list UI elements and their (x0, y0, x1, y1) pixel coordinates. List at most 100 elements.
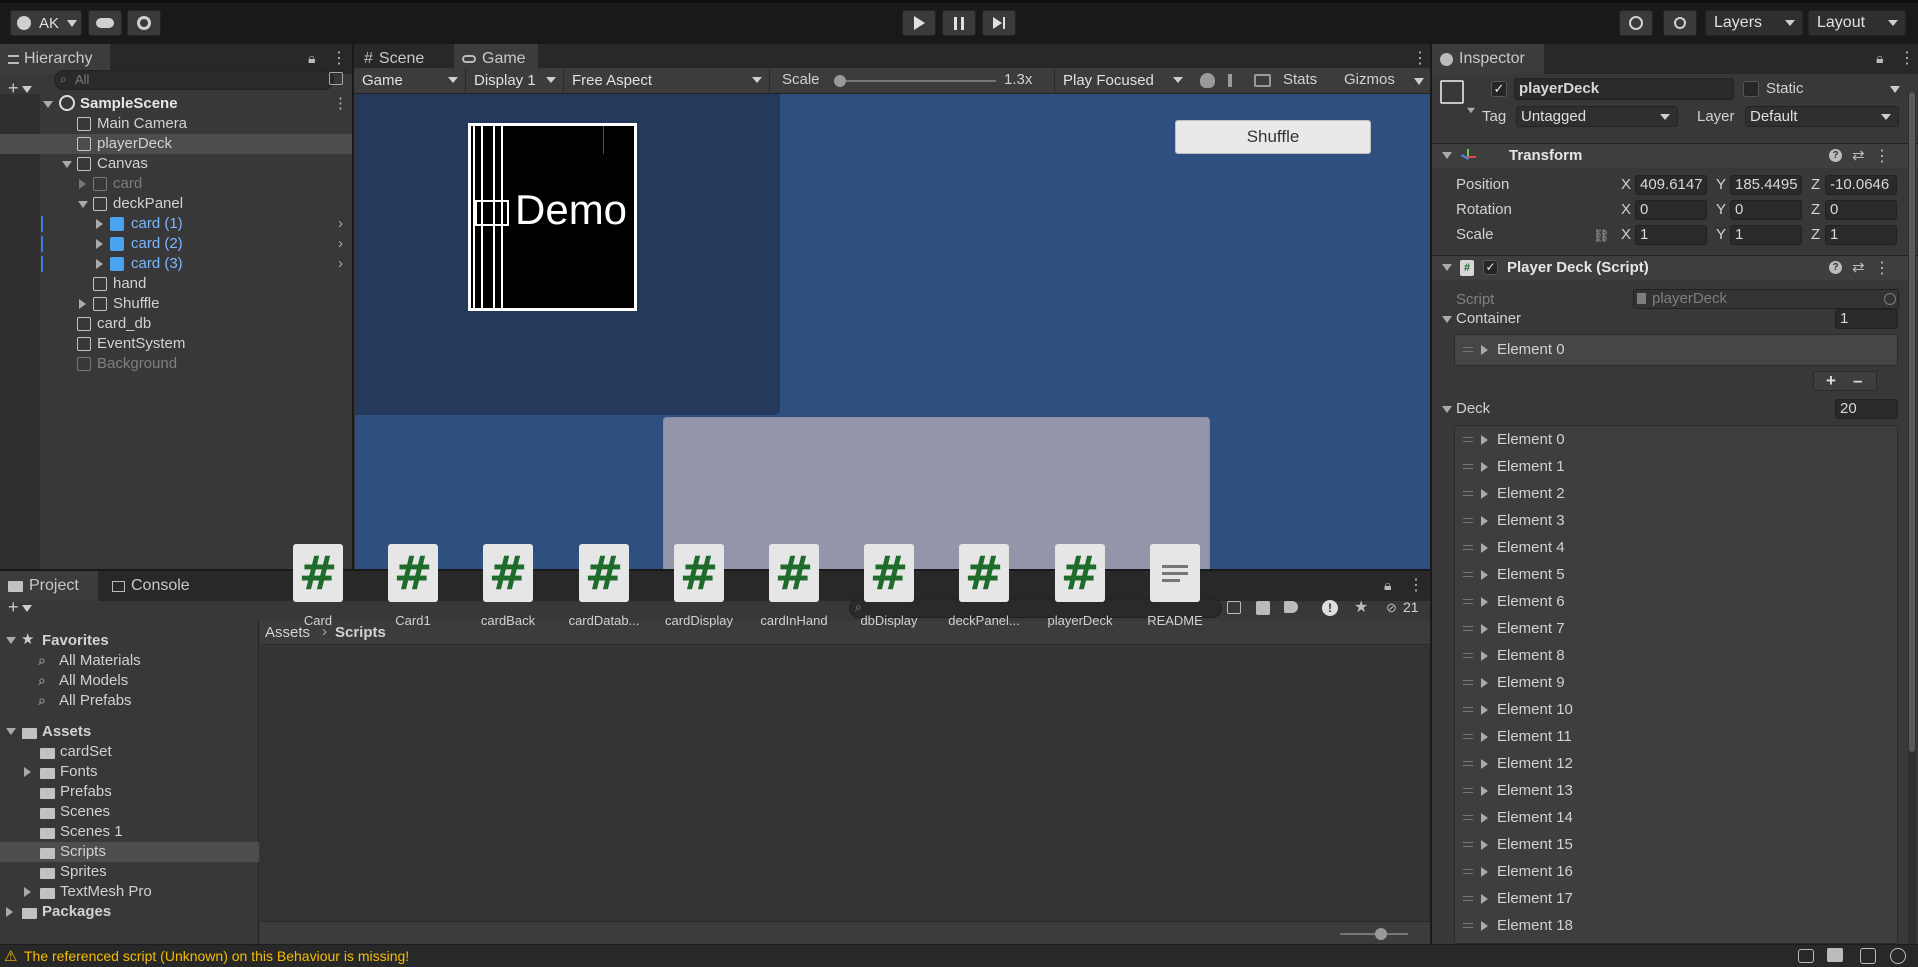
network-icon[interactable] (1860, 948, 1876, 964)
pause-button[interactable] (942, 10, 976, 36)
container-element-0[interactable]: Element 0 (1455, 339, 1895, 361)
add-element-button[interactable]: + (1826, 371, 1836, 391)
deck-element-18[interactable]: Element 18 (1455, 914, 1895, 938)
hierarchy-item-card-1[interactable]: card (1) › (0, 214, 352, 234)
hidden-packages-icon[interactable]: ⊘ (1386, 600, 1397, 616)
favorite-all-materials[interactable]: ⌕ All Materials (0, 651, 259, 671)
deck-element-14[interactable]: Element 14 (1455, 806, 1895, 830)
object-name-input[interactable]: playerDeck (1514, 78, 1734, 100)
deck-element-4[interactable]: Element 4 (1455, 536, 1895, 560)
folder-sprites[interactable]: Sprites (0, 862, 259, 882)
drag-handle-icon[interactable] (1463, 518, 1473, 523)
deck-element-11[interactable]: Element 11 (1455, 725, 1895, 749)
chevron-right-icon[interactable]: › (338, 215, 343, 232)
favorite-all-models[interactable]: ⌕ All Models (0, 671, 259, 691)
drag-handle-icon[interactable] (1463, 815, 1473, 820)
drag-handle-icon[interactable] (1463, 599, 1473, 604)
hierarchy-item-deckpanel[interactable]: deckPanel (0, 194, 352, 214)
drag-handle-icon[interactable] (1463, 545, 1473, 550)
deck-element-16[interactable]: Element 16 (1455, 860, 1895, 884)
drag-handle-icon[interactable] (1463, 734, 1473, 739)
drag-handle-icon[interactable] (1463, 707, 1473, 712)
drag-handle-icon[interactable] (1463, 761, 1473, 766)
collab-button[interactable] (127, 10, 161, 36)
drag-handle-icon[interactable] (1463, 680, 1473, 685)
assets-row[interactable]: Assets (0, 722, 259, 742)
gizmos-button[interactable]: Gizmos (1344, 71, 1395, 88)
preset-icon[interactable]: ⇄ (1852, 258, 1865, 276)
scale-slider-track[interactable] (834, 80, 996, 82)
more-options-icon[interactable]: ⋮ (331, 48, 347, 68)
drag-handle-icon[interactable] (1463, 923, 1473, 928)
folder-scripts[interactable]: Scripts (0, 842, 259, 862)
hierarchy-item-card-2[interactable]: card (2) › (0, 234, 352, 254)
chevron-down-icon[interactable] (1442, 316, 1452, 323)
shuffle-button[interactable]: Shuffle (1175, 120, 1371, 154)
deck-element-6[interactable]: Element 6 (1455, 590, 1895, 614)
layout-dropdown[interactable]: Layout (1808, 10, 1906, 36)
deck-size-input[interactable]: 20 (1835, 399, 1898, 419)
hierarchy-item-hand[interactable]: hand (0, 274, 352, 294)
keyboard-icon[interactable] (1254, 74, 1271, 87)
file-tile[interactable]: # cardInHand (756, 544, 832, 628)
help-icon[interactable]: ? (1829, 261, 1842, 274)
hierarchy-item-card-3[interactable]: card (3) › (0, 254, 352, 274)
deck-element-2[interactable]: Element 2 (1455, 482, 1895, 506)
more-options-icon[interactable]: ⋮ (333, 94, 348, 112)
progress-check-icon[interactable] (1890, 948, 1906, 964)
debug-mode-icon[interactable] (1798, 949, 1814, 963)
rotation-y-input[interactable]: 0 (1730, 200, 1802, 220)
more-options-icon[interactable]: ⋮ (1408, 575, 1424, 595)
tag-dropdown[interactable]: Untagged (1516, 106, 1678, 127)
hierarchy-item-eventsystem[interactable]: EventSystem (0, 334, 352, 354)
more-options-icon[interactable]: ⋮ (1874, 146, 1890, 166)
cloud-button[interactable] (88, 10, 122, 36)
deck-element-3[interactable]: Element 3 (1455, 509, 1895, 533)
file-tile[interactable]: # deckPanel... (946, 544, 1022, 628)
lock-icon[interactable]: 🔒︎ (1384, 577, 1391, 594)
file-tile[interactable]: # Card (280, 544, 356, 628)
scale-slider-thumb[interactable] (834, 75, 846, 87)
chevron-down-icon[interactable] (1442, 406, 1452, 413)
lock-icon[interactable]: 🔒︎ (308, 50, 315, 67)
remove-element-button[interactable]: – (1853, 371, 1862, 391)
deck-element-9[interactable]: Element 9 (1455, 671, 1895, 695)
bug-icon[interactable] (1200, 73, 1215, 88)
icon-size-slider[interactable] (1340, 933, 1408, 935)
scale-x-input[interactable]: 1 (1635, 225, 1707, 245)
position-y-input[interactable]: 185.4495 (1730, 175, 1802, 195)
help-icon[interactable]: ? (1829, 149, 1842, 162)
player-deck-header[interactable]: # ✓ Player Deck (Script) ? ⇄ ⋮ (1432, 256, 1918, 280)
deck-element-5[interactable]: Element 5 (1455, 563, 1895, 587)
stats-button[interactable]: Stats (1283, 71, 1317, 88)
tab-inspector[interactable]: Inspector (1432, 44, 1544, 74)
active-checkbox[interactable]: ✓ (1491, 81, 1507, 97)
preset-icon[interactable]: ⇄ (1852, 146, 1865, 164)
hierarchy-item-main-camera[interactable]: Main Camera (0, 114, 352, 134)
history-button[interactable] (1619, 10, 1653, 36)
favorites-row[interactable]: ★ Favorites (0, 631, 259, 651)
icon-size-thumb[interactable] (1375, 928, 1387, 940)
folder-scenes[interactable]: Scenes (0, 802, 259, 822)
position-x-input[interactable]: 409.6147 (1635, 175, 1707, 195)
create-button[interactable]: + (8, 597, 32, 618)
layers-stack-icon[interactable] (1827, 948, 1843, 962)
drag-handle-icon[interactable] (1463, 347, 1473, 352)
step-button[interactable] (982, 10, 1016, 36)
file-tile[interactable]: README (1137, 544, 1213, 628)
lock-icon[interactable]: 🔒︎ (1876, 50, 1883, 67)
file-tile[interactable]: # cardDisplay (661, 544, 737, 628)
play-button[interactable] (902, 10, 936, 36)
static-checkbox[interactable] (1743, 81, 1759, 97)
chevron-right-icon[interactable]: › (338, 255, 343, 272)
aspect-dropdown[interactable]: Free Aspect (564, 68, 770, 93)
enabled-checkbox[interactable]: ✓ (1483, 260, 1498, 275)
chevron-down-icon[interactable] (1890, 86, 1900, 93)
file-tile[interactable]: # dbDisplay (851, 544, 927, 628)
hierarchy-item-card[interactable]: card (0, 174, 352, 194)
folder-fonts[interactable]: Fonts (0, 762, 259, 782)
account-dropdown[interactable]: AK (10, 10, 82, 36)
drag-handle-icon[interactable] (1463, 626, 1473, 631)
folder-scenes-1[interactable]: Scenes 1 (0, 822, 259, 842)
hierarchy-item-shuffle[interactable]: Shuffle (0, 294, 352, 314)
